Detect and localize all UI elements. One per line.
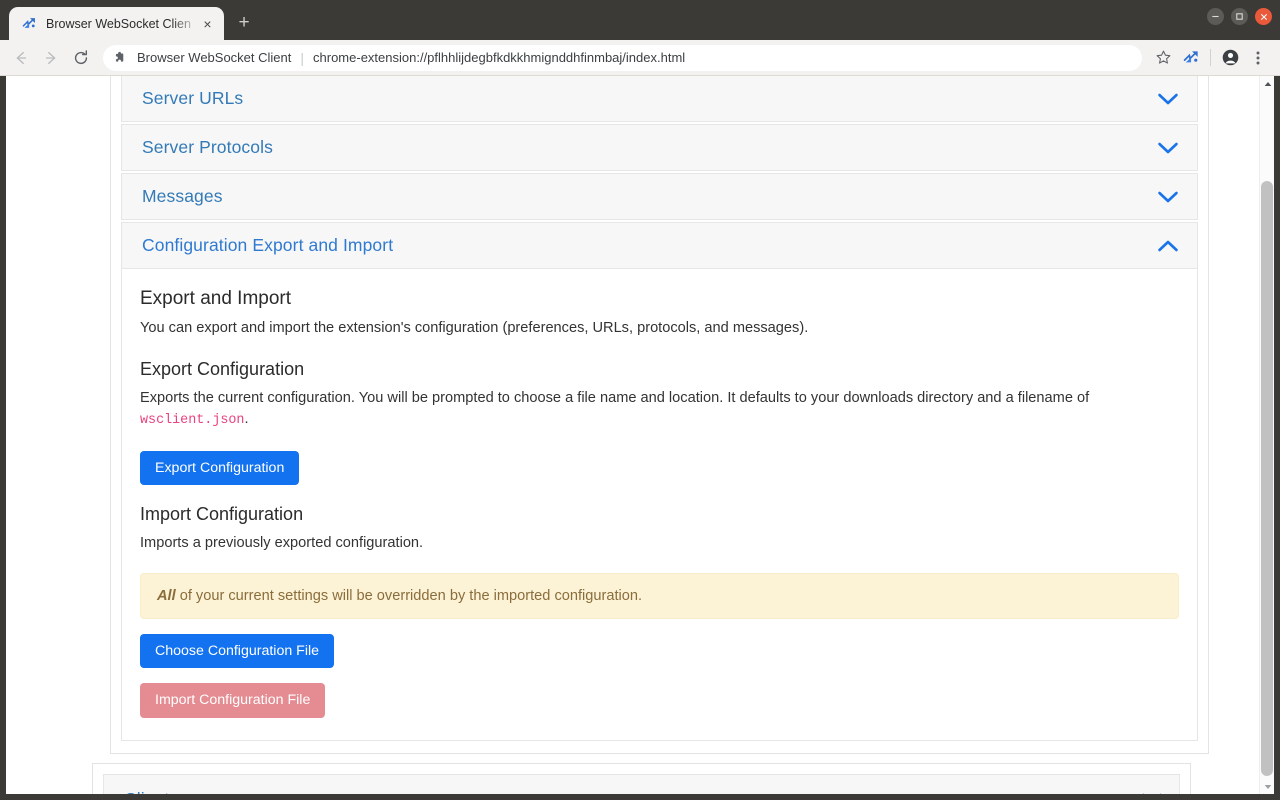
url-text: chrome-extension://pflhhlijdegbfkdkkhmig… — [313, 50, 686, 65]
accordion-item-server-protocols: Server Protocols — [121, 124, 1198, 171]
import-description: Imports a previously exported configurat… — [140, 535, 424, 552]
accordion-label: Server URLs — [142, 88, 244, 108]
accordion-label: Configuration Export and Import — [142, 235, 394, 255]
browser-window: Browser WebSocket Clien × + Browser WebS… — [0, 0, 1280, 800]
export-description: Exports the current configuration. You w… — [140, 388, 1179, 431]
subsection-title-export-configuration: Export Configuration — [140, 358, 305, 379]
accordion-item-configuration-export-and-import: Configuration Export and Import Export a… — [121, 222, 1198, 741]
tab-strip: Browser WebSocket Clien × + — [0, 0, 1280, 40]
extension-name-label: Browser WebSocket Client — [137, 50, 292, 65]
bookmark-star-icon[interactable] — [1149, 44, 1177, 72]
window-controls — [1207, 8, 1272, 25]
websocket-extension-favicon — [21, 16, 37, 32]
filename-code: wsclient.json — [140, 413, 245, 429]
scrollbar-thumb[interactable] — [1261, 181, 1273, 776]
accordion-header-configuration-export-and-import[interactable]: Configuration Export and Import — [121, 222, 1198, 269]
export-description-part1: Exports the current configuration. You w… — [140, 389, 1090, 406]
section-title-export-and-import: Export and Import — [140, 288, 292, 309]
chevron-down-icon — [1157, 190, 1179, 204]
settings-card: Server URLs Server Protocols Messages Co… — [110, 76, 1209, 754]
import-configuration-file-button[interactable]: Import Configuration File — [140, 683, 326, 718]
maximize-button[interactable] — [1231, 8, 1248, 25]
section-intro-text: You can export and import the extension'… — [140, 320, 809, 336]
chevron-up-icon — [1157, 239, 1179, 253]
client-card: Client — [92, 762, 1191, 794]
settings-card-inner: Server URLs Server Protocols Messages Co… — [111, 76, 1208, 753]
accordion-label: Messages — [142, 186, 223, 206]
import-warning-alert: All of your current settings will be ove… — [140, 572, 1179, 619]
menu-kebab-icon[interactable] — [1244, 44, 1272, 72]
address-bar[interactable]: Browser WebSocket Client | chrome-extens… — [103, 44, 1142, 71]
vertical-scrollbar[interactable] — [1259, 76, 1274, 794]
scrollbar-track[interactable] — [1260, 91, 1274, 779]
choose-configuration-file-button[interactable]: Choose Configuration File — [140, 633, 335, 669]
browser-toolbar: Browser WebSocket Client | chrome-extens… — [0, 40, 1280, 76]
chevron-down-icon — [1157, 141, 1179, 155]
reload-icon[interactable] — [66, 43, 96, 73]
browser-tab[interactable]: Browser WebSocket Clien × — [9, 7, 224, 40]
back-icon[interactable] — [6, 43, 36, 73]
accordion-header-client[interactable]: Client — [103, 773, 1180, 794]
accordion-header-messages[interactable]: Messages — [121, 173, 1198, 220]
accordion-header-server-urls[interactable]: Server URLs — [121, 76, 1198, 122]
websocket-extension-icon[interactable] — [1177, 44, 1205, 72]
puzzle-piece-icon — [114, 51, 128, 65]
close-window-button[interactable] — [1255, 8, 1272, 25]
toolbar-divider — [1210, 49, 1211, 66]
accordion-label: Server Protocols — [142, 137, 273, 157]
minimize-button[interactable] — [1207, 8, 1224, 25]
tab-title: Browser WebSocket Clien — [46, 16, 191, 31]
accordion-item-messages: Messages — [121, 173, 1198, 220]
close-icon[interactable]: × — [199, 15, 216, 32]
alert-rest-text: of your current settings will be overrid… — [175, 587, 643, 604]
scroll-up-arrow-icon[interactable] — [1260, 76, 1274, 91]
export-configuration-button[interactable]: Export Configuration — [140, 451, 300, 486]
settings-accordion: Server URLs Server Protocols Messages Co… — [121, 76, 1198, 741]
profile-avatar-icon[interactable] — [1216, 44, 1244, 72]
accordion-label: Client — [124, 789, 169, 794]
forward-icon[interactable] — [36, 43, 66, 73]
alert-strong-text: All — [157, 587, 176, 604]
subsection-title-import-configuration: Import Configuration — [140, 504, 304, 525]
page-viewport: Server URLs Server Protocols Messages Co… — [6, 76, 1274, 794]
new-tab-button[interactable]: + — [230, 9, 258, 37]
export-description-part2: . — [244, 411, 249, 428]
scroll-down-arrow-icon[interactable] — [1260, 779, 1274, 794]
chevron-down-icon — [1141, 792, 1163, 794]
accordion-body-configuration-export-and-import: Export and Import You can export and imp… — [121, 269, 1198, 741]
chevron-down-icon — [1157, 92, 1179, 106]
web-page: Server URLs Server Protocols Messages Co… — [6, 76, 1259, 794]
accordion-header-server-protocols[interactable]: Server Protocols — [121, 124, 1198, 171]
accordion-item-server-urls: Server URLs — [121, 76, 1198, 122]
omnibox-separator: | — [300, 49, 305, 66]
